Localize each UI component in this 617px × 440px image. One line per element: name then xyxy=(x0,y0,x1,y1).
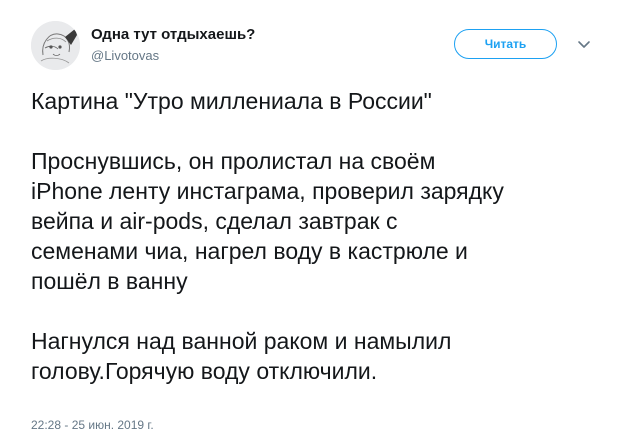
tweet-line: вейпа и air-pods, сделал завтрак с xyxy=(31,208,398,234)
avatar-sketch-icon xyxy=(31,21,80,70)
author-handle[interactable]: @Livotovas xyxy=(91,48,159,63)
tweet-line: пошёл в ванну xyxy=(31,268,188,294)
author-name[interactable]: Одна тут отдыхаешь? xyxy=(91,26,255,43)
tweet-card: Одна тут отдыхаешь? @Livotovas Читать Ка… xyxy=(0,0,617,440)
tweet-title-line: Картина "Утро миллениала в России" xyxy=(31,88,432,114)
tweet-line: Проснувшись, он пролистал на своём xyxy=(31,148,436,174)
follow-button[interactable]: Читать xyxy=(454,29,557,59)
chevron-down-icon[interactable] xyxy=(576,36,592,52)
tweet-line: семенами чиа, нагрел воду в кастрюле и xyxy=(31,238,468,264)
tweet-timestamp[interactable]: 22:28 - 25 июн. 2019 г. xyxy=(31,418,154,432)
avatar[interactable] xyxy=(31,21,80,70)
tweet-text: Картина "Утро миллениала в России" Просн… xyxy=(31,86,603,386)
tweet-line: iPhone ленту инстаграма, проверил зарядк… xyxy=(31,178,504,204)
tweet-line: Нагнулся над ванной раком и намылил xyxy=(31,328,452,354)
tweet-line: голову.Горячую воду отключили. xyxy=(31,358,378,384)
